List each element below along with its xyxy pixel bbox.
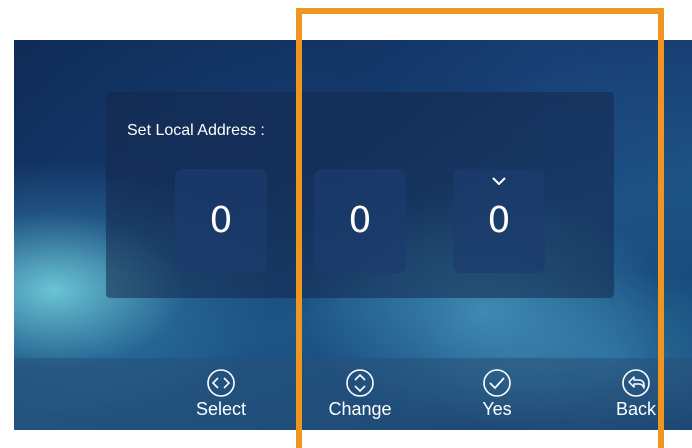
select-button-label: Select <box>195 399 247 419</box>
device-screen: Set Local Address : 0 0 0 Select Change … <box>14 40 692 430</box>
bottom-action-bar: Select Change Yes Back <box>14 358 692 430</box>
address-digit-3-value: 0 <box>487 200 511 241</box>
up-down-arrows-circle-icon <box>345 368 375 398</box>
change-button[interactable]: Change <box>320 368 400 420</box>
address-digit-2-value: 0 <box>348 200 372 241</box>
address-digit-1-value: 0 <box>209 200 233 241</box>
yes-button-label: Yes <box>482 399 512 419</box>
back-arrow-circle-icon <box>621 368 651 398</box>
checkmark-circle-icon <box>482 368 512 398</box>
back-button-label: Back <box>615 399 657 419</box>
address-digit-2[interactable]: 0 <box>314 169 406 273</box>
set-local-address-dialog: Set Local Address : 0 0 0 <box>106 92 614 298</box>
left-right-arrows-circle-icon <box>206 368 236 398</box>
back-button[interactable]: Back <box>596 368 676 420</box>
change-button-label: Change <box>328 399 392 419</box>
address-digit-1[interactable]: 0 <box>175 169 267 273</box>
dialog-title: Set Local Address : <box>127 122 265 139</box>
yes-button[interactable]: Yes <box>457 368 537 420</box>
selection-caret-icon <box>492 177 506 185</box>
select-button[interactable]: Select <box>181 368 261 420</box>
address-digit-3[interactable]: 0 <box>453 169 545 273</box>
